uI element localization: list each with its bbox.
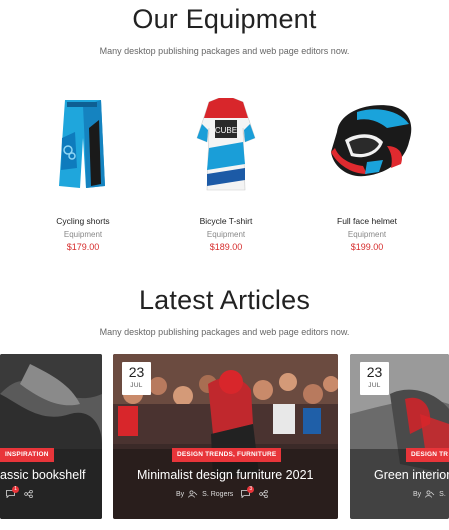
bicycle-tshirt-image[interactable]: CUBE <box>156 98 296 213</box>
comment-count-badge: 3 <box>247 486 255 493</box>
product-name[interactable]: Bicycle T-shirt <box>156 216 296 226</box>
comment-icon[interactable]: 3 <box>241 486 255 499</box>
product-card-cycling-shorts[interactable]: Cycling shorts Equipment $179.00 <box>13 98 153 252</box>
share-icon[interactable] <box>24 489 33 499</box>
author-name[interactable]: S. <box>439 491 446 498</box>
product-card-full-face-helmet[interactable]: Full face helmet Equipment $199.00 <box>297 98 437 252</box>
product-price: $179.00 <box>66 242 100 252</box>
article-title[interactable]: Green interior <box>374 468 449 482</box>
date-month: JUL <box>130 382 143 389</box>
article-date: 23 JUL <box>122 362 151 395</box>
author-icon <box>425 490 435 498</box>
byline-label: By <box>413 490 422 498</box>
product-category[interactable]: Equipment <box>297 230 437 239</box>
full-face-helmet-image[interactable] <box>297 98 437 213</box>
article-category-tag[interactable]: INSPIRATION <box>0 448 54 462</box>
product-category[interactable]: Equipment <box>156 230 296 239</box>
author-name[interactable]: S. Rogers <box>202 491 233 498</box>
article-title[interactable]: Minimalist design furniture 2021 <box>137 468 313 482</box>
article-category-tag[interactable]: DESIGN TRENDS, FURNITURE <box>172 448 282 462</box>
comment-icon[interactable]: 1 <box>6 486 19 499</box>
equipment-heading: Our Equipment <box>132 4 317 34</box>
byline-label: By <box>176 490 185 498</box>
share-icon[interactable] <box>259 489 269 499</box>
article-title[interactable]: assic bookshelf <box>0 468 85 482</box>
product-name[interactable]: Full face helmet <box>297 216 437 226</box>
article-card[interactable]: 23 JUL DESIGN TRENDS, FURNITURE Minimali… <box>113 354 338 519</box>
date-day: 23 <box>128 364 145 380</box>
date-month: JUL <box>368 382 381 389</box>
product-price: $189.00 <box>209 242 243 252</box>
article-card[interactable]: 23 JUL DESIGN TR Green interior By S. <box>350 354 449 519</box>
product-category[interactable]: Equipment <box>13 230 153 239</box>
articles-subtitle: Many desktop publishing packages and web… <box>99 327 350 337</box>
article-card[interactable]: INSPIRATION assic bookshelf 1 <box>0 354 102 519</box>
svg-text:CUBE: CUBE <box>215 126 237 135</box>
cycling-shorts-image[interactable] <box>13 98 153 213</box>
equipment-subtitle: Many desktop publishing packages and web… <box>99 46 350 56</box>
author-icon <box>188 490 198 498</box>
product-name[interactable]: Cycling shorts <box>13 216 153 226</box>
product-card-bicycle-tshirt[interactable]: CUBE Bicycle T-shirt Equipment $189.00 <box>156 98 296 252</box>
product-price: $199.00 <box>350 242 384 252</box>
article-date: 23 JUL <box>360 362 389 395</box>
articles-heading: Latest Articles <box>138 285 311 315</box>
comment-count-badge: 1 <box>12 486 19 493</box>
article-category-tag[interactable]: DESIGN TR <box>406 448 449 462</box>
date-day: 23 <box>366 364 383 380</box>
